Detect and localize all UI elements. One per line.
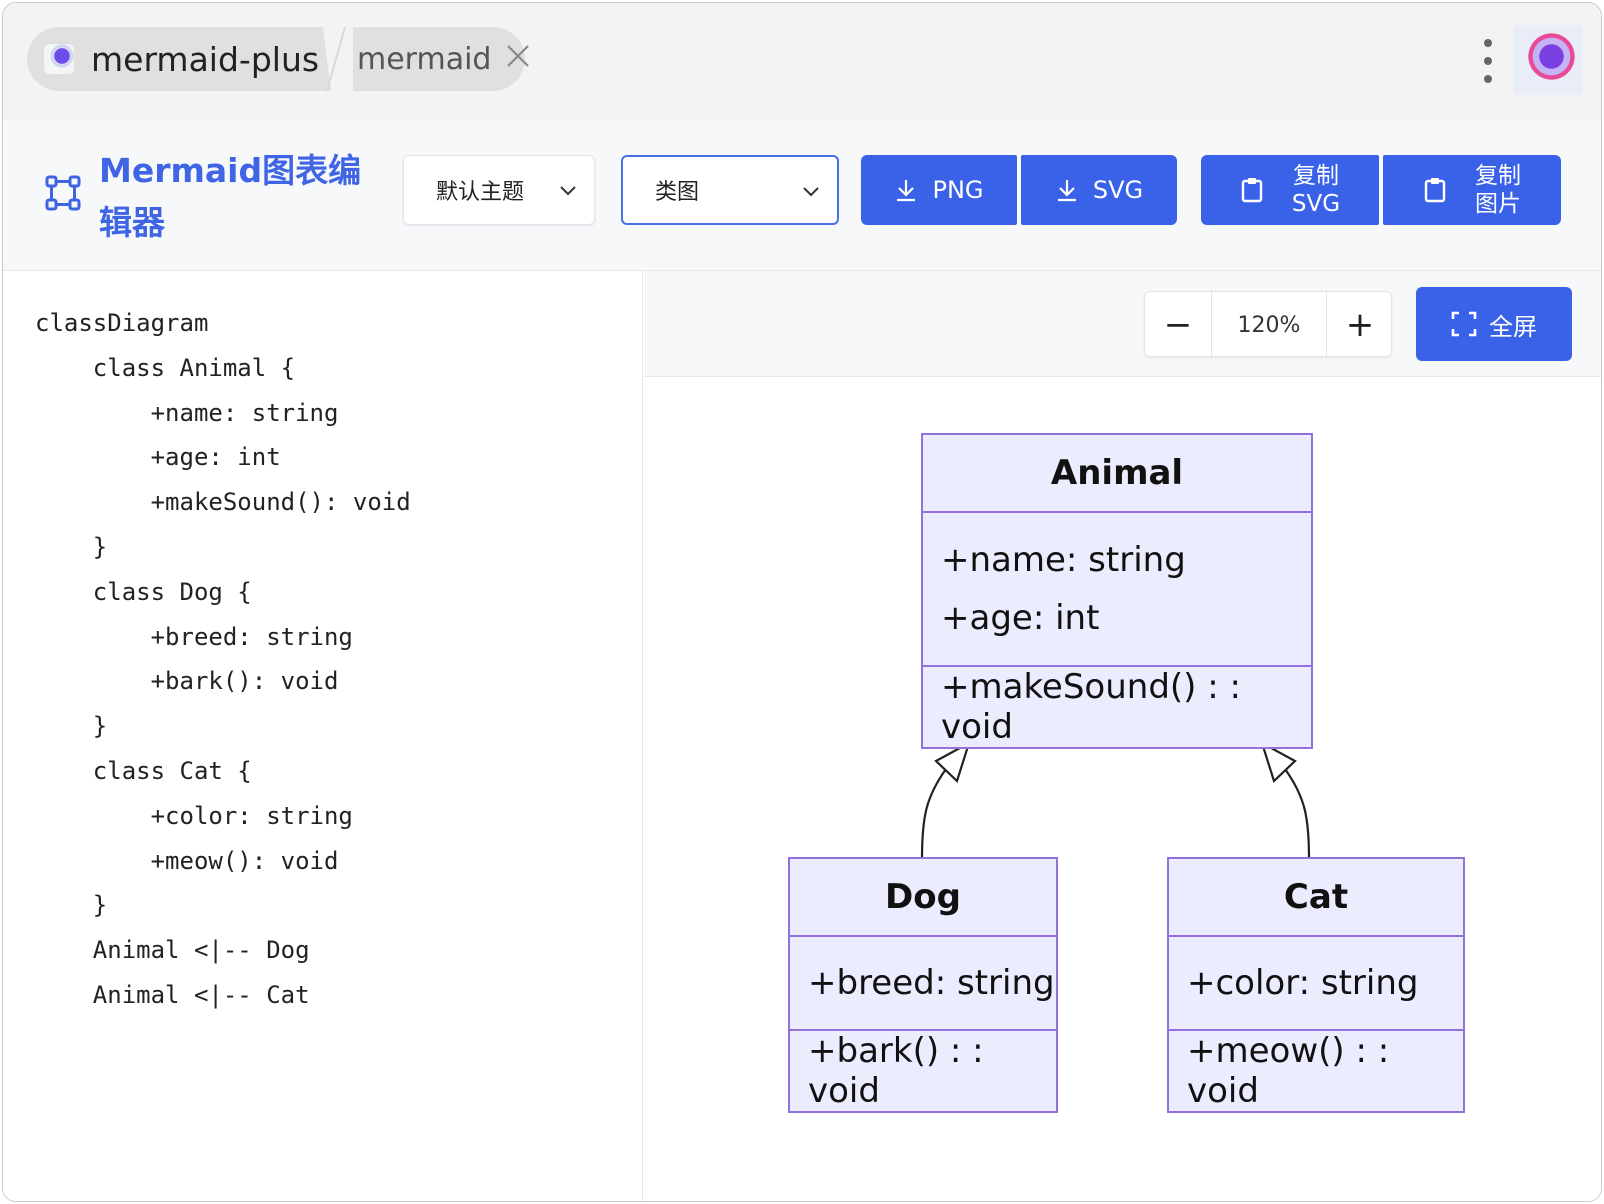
chevron-down-icon [560, 186, 576, 196]
diagram-type-value: 类图 [655, 180, 700, 205]
tab-mermaid-plus[interactable]: mermaid-plus [27, 27, 323, 91]
class-name: Dog [790, 859, 1056, 937]
attribute: +name: string [941, 540, 1186, 580]
fullscreen-button[interactable]: 全屏 [1416, 287, 1572, 361]
code-line: class Cat { [35, 756, 252, 785]
download-icon [897, 180, 916, 202]
tab-label: mermaid-plus [91, 39, 320, 79]
code-line: } [35, 712, 108, 741]
code-line: +name: string [35, 398, 339, 427]
avatar[interactable] [1513, 25, 1583, 95]
zoom-control: − 120% + [1144, 291, 1393, 358]
preview-toolbar: − 120% + 全屏 [644, 271, 1601, 377]
code-line: } [35, 532, 108, 561]
copy-image-label-2: 图片 [1475, 191, 1521, 217]
copy-svg-button[interactable]: 复制 SVG [1201, 155, 1379, 225]
code-line: class Animal { [35, 353, 296, 382]
app-window: mermaid-plus mermaid Mermaid图表编辑器 默认主题 类… [2, 2, 1602, 1202]
zoom-level: 120% [1211, 292, 1327, 358]
clipboard-icon [1241, 178, 1263, 203]
download-icon [1057, 180, 1076, 202]
code-line: +bark(): void [35, 667, 339, 696]
chevron-down-icon [803, 187, 819, 197]
theme-select-value: 默认主题 [436, 180, 525, 205]
download-svg-button[interactable]: SVG [1021, 155, 1177, 225]
attribute: +color: string [1169, 937, 1463, 1031]
tab-label: mermaid [357, 41, 492, 77]
code-line: +breed: string [35, 622, 353, 651]
copy-image-label-1: 复制 [1475, 163, 1521, 189]
class-attributes: +name: string +age: int [923, 513, 1311, 667]
attribute: +age: int [941, 598, 1100, 638]
zoom-in-button[interactable]: + [1327, 292, 1393, 358]
code-line: +color: string [35, 801, 353, 830]
tab-bar: mermaid-plus mermaid [3, 3, 1601, 119]
fullscreen-icon [1451, 311, 1477, 337]
flowchart-icon [45, 175, 81, 211]
method: +meow() : : void [1187, 1031, 1390, 1111]
copy-svg-label-1: 复制 [1293, 163, 1339, 189]
close-icon[interactable] [505, 43, 531, 75]
class-box-dog: Dog +breed: string +bark() : : void [788, 857, 1058, 1113]
code-line: +meow(): void [35, 846, 339, 875]
class-box-cat: Cat +color: string +meow() : : void [1167, 857, 1465, 1113]
code-line: } [35, 891, 108, 920]
code-line: class Dog { [35, 577, 252, 606]
method: +bark() : : void [808, 1031, 984, 1111]
class-name: Cat [1169, 859, 1463, 937]
diagram-preview: − 120% + 全屏 Animal +name: string +age: i… [644, 271, 1601, 1201]
code-line: +makeSound(): void [35, 488, 411, 517]
code-line: Animal <|-- Cat [35, 980, 310, 1009]
download-png-label: PNG [932, 176, 984, 204]
method: +makeSound() : : void [941, 667, 1241, 747]
zoom-out-button[interactable]: − [1145, 292, 1211, 358]
copy-image-button[interactable]: 复制 图片 [1383, 155, 1561, 225]
code-line: +age: int [35, 443, 281, 472]
tab-strip: mermaid-plus mermaid [27, 27, 530, 91]
diagram-type-select[interactable]: 类图 [621, 155, 839, 225]
code-editor[interactable]: classDiagram class Animal { +name: strin… [3, 271, 643, 1201]
app-title: Mermaid图表编辑器 [99, 151, 362, 242]
class-diagram: Animal +name: string +age: int +makeSoun… [644, 377, 1601, 1201]
attribute: +breed: string [790, 937, 1056, 1031]
code-line: Animal <|-- Dog [35, 936, 310, 965]
editor-toolbar: Mermaid图表编辑器 默认主题 类图 PNG SVG 复制 SVG 复制 图… [3, 119, 1601, 271]
code-text[interactable]: classDiagram class Animal { +name: strin… [35, 301, 411, 1018]
download-png-button[interactable]: PNG [861, 155, 1017, 225]
more-menu-icon[interactable] [1483, 39, 1493, 83]
fullscreen-label: 全屏 [1489, 312, 1537, 341]
tab-mermaid[interactable]: mermaid [343, 27, 530, 91]
class-name: Animal [923, 435, 1311, 513]
mermaid-plus-favicon-icon [43, 43, 75, 75]
theme-select[interactable]: 默认主题 [403, 155, 595, 225]
class-box-animal: Animal +name: string +age: int +makeSoun… [921, 433, 1313, 749]
copy-svg-label-2: SVG [1291, 191, 1341, 217]
clipboard-icon [1424, 178, 1446, 203]
download-svg-label: SVG [1092, 176, 1144, 204]
code-line: classDiagram [35, 309, 209, 337]
